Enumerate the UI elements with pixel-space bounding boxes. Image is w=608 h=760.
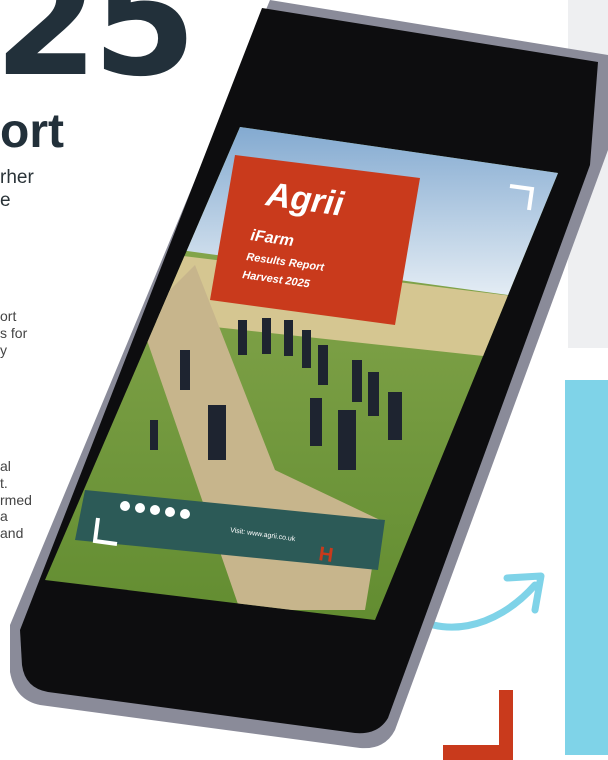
phone-mockup: Agrii iFarm Results Report Harvest 2025 … xyxy=(10,0,608,749)
brand-block xyxy=(210,155,420,325)
x-icon xyxy=(135,503,145,513)
youtube-icon xyxy=(180,509,190,519)
facebook-icon xyxy=(120,501,130,511)
instagram-icon xyxy=(150,505,160,515)
cover-logo: H xyxy=(317,543,334,567)
linkedin-icon xyxy=(165,507,175,517)
